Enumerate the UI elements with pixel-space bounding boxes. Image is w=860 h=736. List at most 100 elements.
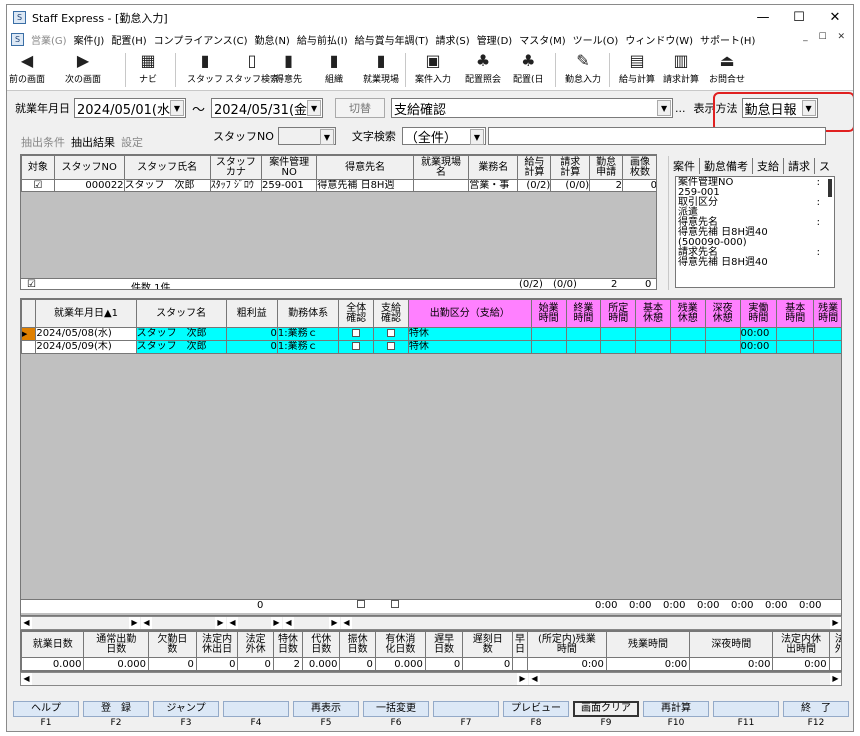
menu-item-9[interactable]: マスタ(M): [519, 32, 565, 47]
menu-item-1[interactable]: 案件(J): [74, 32, 105, 47]
maximize-button[interactable]: ☐: [781, 5, 817, 30]
table-cell[interactable]: [530, 340, 567, 354]
menu-item-10[interactable]: ツール(O): [573, 32, 619, 47]
fkey-button[interactable]: プレビュー: [503, 701, 569, 717]
column-header[interactable]: 請求 計算: [550, 155, 591, 180]
table-cell[interactable]: 0: [225, 340, 278, 354]
table-cell[interactable]: 2024/05/09(木): [35, 340, 137, 354]
column-header[interactable]: 始業 時間: [530, 299, 567, 328]
tab-settings[interactable]: 設定: [121, 134, 143, 150]
fkey-button[interactable]: [713, 701, 779, 717]
toolbar-button-4[interactable]: ▯ スタッフ検索: [225, 49, 279, 91]
chevron-down-icon[interactable]: ▼: [469, 129, 484, 145]
table-cell[interactable]: [373, 327, 409, 341]
minimize-button[interactable]: —: [745, 5, 781, 30]
menu-item-0[interactable]: 営業(G): [31, 32, 67, 47]
table-cell[interactable]: [704, 340, 741, 354]
tab-extract-condition[interactable]: 抽出条件: [21, 134, 65, 150]
footer-checkbox[interactable]: ☑: [27, 279, 36, 289]
column-header[interactable]: 勤怠 申請: [589, 155, 624, 180]
table-cell[interactable]: [813, 340, 841, 354]
table-cell[interactable]: [530, 327, 567, 341]
toolbar-button-3[interactable]: ▮ スタッフ: [187, 49, 223, 91]
summary-scrollbar[interactable]: ◀ ▶ ◀ ▶: [20, 672, 842, 686]
side-tab[interactable]: 請求: [784, 158, 815, 174]
menu-item-5[interactable]: 給与前払(I): [297, 32, 348, 47]
column-header[interactable]: 残業 休憩: [669, 299, 706, 328]
side-tab[interactable]: 支給: [753, 158, 784, 174]
fkey-button[interactable]: 一括変更: [363, 701, 429, 717]
fkey-f1[interactable]: ヘルプ F1: [11, 701, 81, 731]
column-header[interactable]: 就業現場 名: [412, 155, 470, 180]
column-header[interactable]: 残業 時間: [813, 299, 841, 328]
all-confirm-checkbox[interactable]: [357, 600, 365, 608]
toolbar-button-1[interactable]: ▶ 次の画面: [65, 49, 101, 91]
menu-item-7[interactable]: 請求(S): [436, 32, 470, 47]
menu-item-4[interactable]: 勤怠(N): [255, 32, 290, 47]
column-header[interactable]: 対象: [21, 155, 55, 180]
fkey-button[interactable]: ヘルプ: [13, 701, 79, 717]
fkey-button[interactable]: 再計算: [643, 701, 709, 717]
menu-item-11[interactable]: ウィンドウ(W): [625, 32, 693, 47]
table-cell[interactable]: [338, 327, 375, 341]
table-row[interactable]: ☑ 000022 スタッフ 次郎 ｽﾀｯﾌ ｼﾞﾛｳ 259-001 得意先補 日8H週 営…: [21, 179, 656, 192]
column-header[interactable]: 案件管理 NO: [260, 155, 318, 180]
column-header[interactable]: 勤務体系: [276, 299, 340, 328]
side-tab[interactable]: ス: [815, 158, 834, 174]
column-header[interactable]: 実働 時間: [739, 299, 778, 328]
text-search-input[interactable]: [487, 127, 826, 145]
column-header[interactable]: 就業年月日▲1: [35, 299, 137, 328]
checkbox[interactable]: [386, 342, 395, 350]
fkey-button[interactable]: 画面クリア: [573, 701, 639, 717]
table-cell[interactable]: [338, 340, 375, 354]
table-cell[interactable]: スタッフ 次郎: [135, 327, 227, 341]
table-cell[interactable]: [669, 340, 706, 354]
menu-item-6[interactable]: 給与賞与年調(T): [355, 32, 429, 47]
chevron-down-icon[interactable]: ▼: [307, 100, 322, 116]
column-header[interactable]: 得意先名: [316, 155, 414, 180]
toolbar-button-12[interactable]: ▤ 給与計算: [619, 49, 655, 91]
mdi-controls[interactable]: _ ☐ ✕: [803, 32, 849, 42]
table-cell[interactable]: スタッフ 次郎: [135, 340, 227, 354]
table-cell[interactable]: [813, 327, 841, 341]
checkbox[interactable]: [386, 329, 395, 337]
table-cell[interactable]: [600, 327, 637, 341]
column-header[interactable]: スタッフ カナ: [209, 155, 263, 180]
fkey-f8[interactable]: プレビュー F8: [501, 701, 571, 731]
fkey-button[interactable]: 登 録: [83, 701, 149, 717]
table-cell[interactable]: [600, 340, 637, 354]
fkey-button[interactable]: ジャンプ: [153, 701, 219, 717]
menu-item-2[interactable]: 配置(H): [111, 32, 146, 47]
side-tab[interactable]: 案件: [669, 158, 700, 174]
horizontal-scrollbar[interactable]: ◀ ▶ ◀ ▶ ◀ ▶ ◀ ▶ ◀ ▶: [20, 616, 842, 630]
fkey-f10[interactable]: 再計算 F10: [641, 701, 711, 731]
checkbox[interactable]: [352, 342, 361, 350]
fkey-f3[interactable]: ジャンプ F3: [151, 701, 221, 731]
fkey-f12[interactable]: 終 了 F12: [781, 701, 851, 731]
pay-confirm-checkbox[interactable]: [391, 600, 399, 608]
table-row[interactable]: ▶ 2024/05/08(水) スタッフ 次郎 0 1:業務ｃ 特休 00:00: [21, 327, 841, 341]
table-cell[interactable]: [565, 340, 602, 354]
column-header[interactable]: 出勤区分（支給）: [407, 299, 532, 328]
column-header[interactable]: 深夜 休憩: [704, 299, 741, 328]
fkey-f5[interactable]: 再表示 F5: [291, 701, 361, 731]
table-cell[interactable]: 1:業務ｃ: [276, 340, 340, 354]
fkey-f2[interactable]: 登 録 F2: [81, 701, 151, 731]
toolbar-button-2[interactable]: ▦ ナビ: [139, 49, 157, 91]
column-header[interactable]: 粗利益: [225, 299, 278, 328]
column-header[interactable]: 画像 枚数: [622, 155, 656, 180]
table-cell[interactable]: 00:00: [739, 327, 778, 341]
fkey-button[interactable]: [433, 701, 499, 717]
column-header[interactable]: スタッフ名: [135, 299, 227, 328]
column-header[interactable]: スタッフ氏名: [123, 155, 211, 180]
status-combo[interactable]: 支給確認 ▼: [391, 98, 674, 118]
table-cell[interactable]: [373, 340, 409, 354]
column-header[interactable]: 業務名: [468, 155, 519, 180]
table-cell[interactable]: [669, 327, 706, 341]
fkey-f11[interactable]: F11: [711, 701, 781, 731]
chevron-down-icon[interactable]: ▼: [657, 100, 672, 116]
side-tab[interactable]: 勤怠備考: [700, 158, 753, 174]
close-button[interactable]: ✕: [817, 5, 853, 30]
toolbar-button-8[interactable]: ▣ 案件入力: [415, 49, 451, 91]
date-to-combo[interactable]: 2024/05/31(金) ▼: [211, 98, 324, 118]
